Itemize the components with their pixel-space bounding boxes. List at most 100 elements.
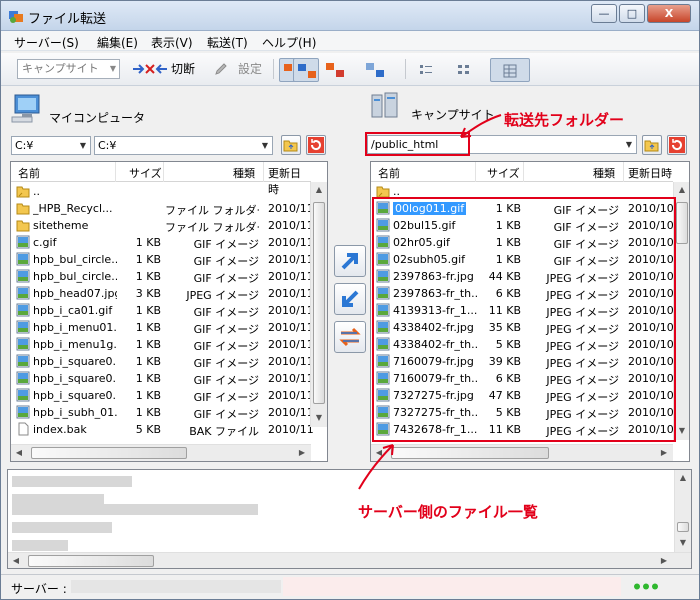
scroll-right-arrow-icon[interactable]: ▶	[656, 553, 672, 568]
file-date: 2010/11	[268, 202, 314, 215]
file-size: 1 KB	[135, 304, 161, 317]
refresh-icon	[308, 137, 324, 153]
disconnect-button[interactable]: 切断	[132, 59, 202, 80]
column-divider[interactable]	[163, 162, 164, 182]
settings-button[interactable]: 設定	[214, 59, 270, 80]
scroll-thumb[interactable]	[391, 447, 549, 459]
local-vertical-scrollbar[interactable]: ▲ ▼	[310, 182, 327, 427]
local-file-list[interactable]: 名前 サイズ 種類 更新日時 .. _HPB_Recycl... ファイル フォルダ…	[10, 161, 328, 462]
file-row[interactable]: _HPB_Recycl... ファイル フォルダー 2010/11	[13, 200, 314, 217]
file-row[interactable]: hpb_i_square0... 1 KB GIF イメージ 2010/11	[13, 370, 314, 387]
scroll-thumb[interactable]	[676, 202, 688, 244]
menu-transfer[interactable]: 転送(T)	[207, 34, 248, 51]
file-row[interactable]: index.bak 5 KB BAK ファイル 2010/11	[13, 421, 314, 438]
file-type: GIF イメージ	[193, 323, 259, 336]
file-row[interactable]: hpb_i_menu1g... 1 KB GIF イメージ 2010/11	[13, 336, 314, 353]
download-ascii-button[interactable]	[322, 58, 348, 82]
remote-refresh-button[interactable]	[667, 135, 687, 155]
column-header-name[interactable]: 名前	[378, 165, 400, 181]
file-row[interactable]: sitetheme ファイル フォルダー 2010/11	[13, 217, 314, 234]
remote-folder-up-button[interactable]	[642, 135, 662, 155]
annotation-arrow-icon	[460, 114, 502, 138]
column-header-type[interactable]: 種類	[593, 165, 615, 181]
image-icon	[16, 354, 30, 368]
column-header-type[interactable]: 種類	[233, 165, 255, 181]
file-transfer-app-icon	[9, 11, 23, 23]
upload-arrow-icon	[341, 253, 358, 270]
local-path-field[interactable]: C:¥ ▼	[94, 136, 273, 155]
file-size: 1 KB	[135, 270, 161, 283]
scroll-up-arrow-icon[interactable]: ▲	[674, 182, 689, 198]
menu-help[interactable]: ヘルプ(H)	[262, 34, 316, 51]
file-row[interactable]: hpb_bul_circle... 1 KB GIF イメージ 2010/11	[13, 268, 314, 285]
scroll-thumb[interactable]	[313, 202, 325, 404]
file-name: hpb_i_square0...	[33, 355, 117, 368]
file-date: 2010/11	[268, 423, 314, 436]
file-date: 2010/11	[268, 372, 314, 385]
scroll-down-arrow-icon[interactable]: ▼	[675, 535, 691, 551]
column-divider[interactable]	[475, 162, 476, 182]
scroll-down-arrow-icon[interactable]: ▼	[311, 410, 327, 426]
log-horizontal-scrollbar[interactable]: ◀ ▶	[8, 552, 691, 568]
local-folder-up-button[interactable]	[281, 135, 301, 155]
file-date: 2010/11	[268, 219, 314, 232]
scroll-right-arrow-icon[interactable]: ▶	[294, 445, 310, 461]
scroll-thumb[interactable]	[31, 447, 187, 459]
view-details-button[interactable]	[490, 58, 530, 82]
scroll-right-arrow-icon[interactable]: ▶	[656, 445, 672, 461]
folder-up-icon	[644, 140, 659, 152]
column-header-name[interactable]: 名前	[18, 165, 40, 181]
column-divider[interactable]	[115, 162, 116, 182]
scroll-thumb[interactable]	[677, 522, 689, 532]
scroll-left-arrow-icon[interactable]: ◀	[8, 553, 24, 568]
menu-view[interactable]: 表示(V)	[151, 34, 193, 51]
close-button[interactable]: X	[647, 4, 691, 23]
scroll-left-arrow-icon[interactable]: ◀	[11, 445, 27, 461]
local-refresh-button[interactable]	[306, 135, 326, 155]
column-divider[interactable]	[263, 162, 264, 182]
column-header-size[interactable]: サイズ	[129, 165, 162, 181]
file-row[interactable]: hpb_i_ca01.gif 1 KB GIF イメージ 2010/11	[13, 302, 314, 319]
file-row[interactable]: c.gif 1 KB GIF イメージ 2010/11	[13, 234, 314, 251]
file-type: GIF イメージ	[193, 272, 259, 285]
menu-server[interactable]: サーバー(S)	[14, 34, 79, 51]
column-divider[interactable]	[523, 162, 524, 182]
remote-horizontal-scrollbar[interactable]: ◀ ▶	[371, 444, 673, 461]
column-header-date[interactable]: 更新日時	[628, 165, 672, 181]
drive-select[interactable]: C:¥ ▼	[11, 136, 91, 155]
upload-binary-icon	[298, 64, 316, 78]
column-header-size[interactable]: サイズ	[487, 165, 520, 181]
file-date: 2010/11	[268, 287, 314, 300]
view-list-icon	[420, 65, 432, 74]
file-row[interactable]: hpb_i_menu01... 1 KB GIF イメージ 2010/11	[13, 319, 314, 336]
file-row[interactable]: hpb_i_square0... 1 KB GIF イメージ 2010/11	[13, 387, 314, 404]
scroll-up-arrow-icon[interactable]: ▲	[675, 470, 691, 486]
file-row[interactable]: hpb_i_square0... 1 KB GIF イメージ 2010/11	[13, 353, 314, 370]
download-binary-button[interactable]	[362, 58, 388, 82]
scroll-up-arrow-icon[interactable]: ▲	[311, 182, 327, 198]
view-list-button[interactable]	[413, 58, 439, 82]
site-select[interactable]: キャンプサイト ▼	[17, 59, 120, 79]
menu-edit[interactable]: 編集(E)	[97, 34, 138, 51]
scroll-down-arrow-icon[interactable]: ▼	[674, 423, 689, 439]
file-row[interactable]: hpb_bul_circle... 1 KB GIF イメージ 2010/11	[13, 251, 314, 268]
file-name: hpb_bul_circle...	[33, 253, 117, 266]
file-row[interactable]: hpb_head07.jpg 3 KB JPEG イメージ 2010/11	[13, 285, 314, 302]
sync-button[interactable]	[334, 321, 366, 353]
minimize-button[interactable]: —	[591, 4, 617, 23]
title-bar[interactable]: ファイル転送 — □ X	[1, 1, 699, 31]
file-name: _HPB_Recycl...	[33, 202, 113, 215]
file-row[interactable]: hpb_i_subh_01... 1 KB GIF イメージ 2010/11	[13, 404, 314, 421]
local-horizontal-scrollbar[interactable]: ◀ ▶	[11, 444, 311, 461]
file-row[interactable]: ..	[13, 183, 309, 200]
log-area[interactable]: ▲ ▼ ◀ ▶	[7, 469, 692, 569]
log-line	[12, 522, 112, 533]
column-divider[interactable]	[623, 162, 624, 182]
upload-button[interactable]	[334, 245, 366, 277]
log-vertical-scrollbar[interactable]: ▲ ▼	[674, 470, 691, 552]
view-small-icons-button[interactable]	[451, 58, 477, 82]
download-button[interactable]	[334, 283, 366, 315]
upload-binary-button[interactable]	[293, 58, 319, 82]
scroll-thumb[interactable]	[28, 555, 154, 567]
maximize-button[interactable]: □	[619, 4, 645, 23]
